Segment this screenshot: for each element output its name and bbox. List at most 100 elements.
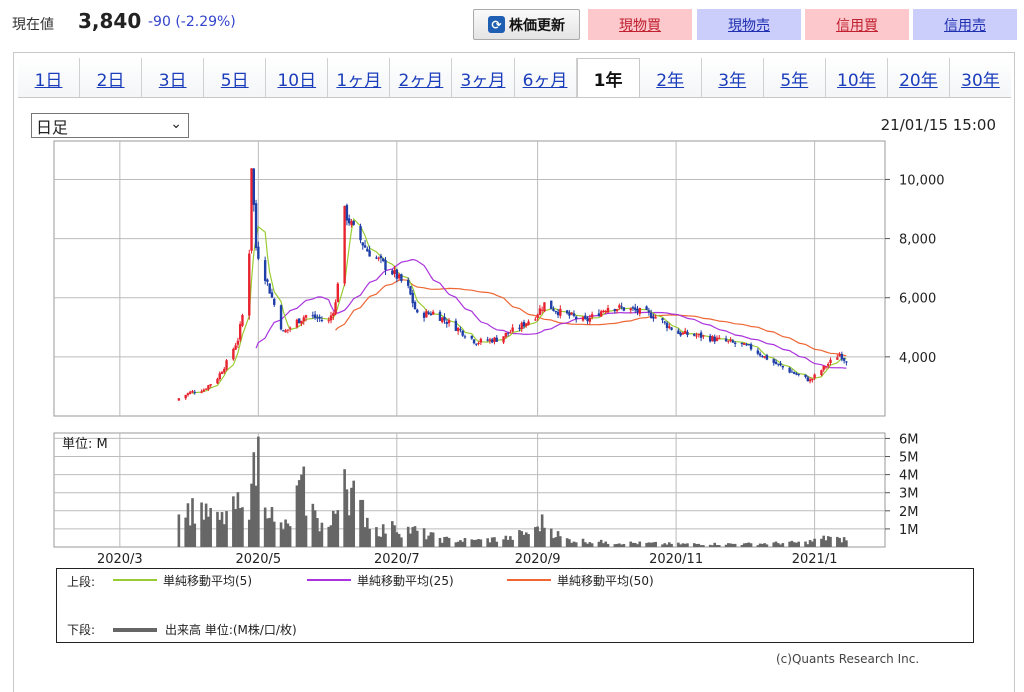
candle-body-87 [456,327,460,332]
volume-bar-205 [829,536,832,547]
volume-bar-184 [763,543,766,547]
volume-bar-139 [620,544,623,547]
volume-bar-142 [631,542,635,547]
legend-item-1: 単純移動平均(25) [357,574,454,588]
volume-bar-189 [779,544,782,547]
volume-bar-141 [629,541,633,547]
candle-body-11 [216,378,219,384]
volume-bar-71 [406,526,410,547]
candle-body-105 [511,327,514,332]
candle-body-155 [670,327,673,330]
volume-bar-19 [238,508,242,547]
candle-body-62 [377,257,380,259]
candle-body-174 [731,340,735,343]
volume-bar-41 [311,503,315,547]
candle-body-117 [552,308,555,311]
volume-bar-195 [797,541,801,547]
volume-bar-57 [361,499,365,547]
candle-body-106 [518,327,521,329]
volume-y-tick-label-1: 2M [899,505,919,520]
volume-bar-104 [509,536,512,547]
volume-bar-108 [522,534,526,547]
candle-body-37 [298,318,301,324]
volume-bar-97 [488,542,492,547]
candle-body-142 [631,307,635,309]
candle-body-51 [343,205,346,284]
volume-bar-156 [677,542,680,547]
volume-bar-192 [790,540,794,547]
candle-body-209 [842,358,846,361]
volume-bar-1 [184,517,187,547]
volume-bar-86 [454,542,458,547]
candle-body-153 [665,322,669,328]
candle-body-30 [273,298,276,305]
volume-bar-203 [824,540,828,547]
candle-body-16 [232,348,235,360]
volume-bar-21 [247,519,251,547]
volume-bar-101 [502,539,505,547]
candle-body-118 [554,311,557,313]
volume-bar-25 [257,436,260,547]
candle-body-68 [395,269,399,279]
candle-body-154 [668,326,671,328]
volume-bar-30 [272,521,276,547]
candle-body-113 [538,308,542,315]
volume-bar-52 [345,489,349,547]
volume-bar-207 [838,537,841,547]
candle-body-24 [254,203,258,248]
volume-bar-170 [717,545,721,547]
candle-body-50 [336,283,340,303]
candle-body-130 [590,314,594,318]
volume-bar-44 [318,531,321,547]
candle-body-175 [733,342,737,344]
volume-bar-150 [654,541,657,547]
volume-bar-18 [236,492,240,547]
candle-body-79 [429,313,433,316]
volume-bar-0 [177,514,181,547]
candle-body-116 [550,300,553,310]
volume-bar-114 [540,514,544,547]
volume-bar-51 [343,469,346,547]
candle-body-19 [238,324,242,340]
volume-bar-190 [781,543,785,547]
candle-body-181 [756,350,760,354]
candle-body-132 [599,311,603,317]
candle-body-81 [438,311,442,321]
candle-body-18 [236,340,240,345]
candle-body-38 [300,320,303,324]
candle-body-22 [250,168,253,251]
candle-body-89 [461,330,464,336]
candle-body-86 [454,320,458,331]
candle-body-63 [379,255,383,259]
volume-bar-148 [649,542,653,547]
candle-body-27 [266,279,269,282]
volume-bar-60 [368,528,371,547]
volume-bar-172 [727,543,730,547]
candle-body-167 [711,336,714,342]
volume-bar-63 [379,536,383,547]
candle-body-179 [747,344,750,346]
candle-body-121 [565,310,569,314]
volume-bar-122 [568,539,571,547]
volume-bar-147 [647,542,651,547]
volume-bar-179 [747,542,751,547]
candle-body-200 [813,374,816,379]
volume-bar-64 [381,524,385,547]
volume-bar-27 [266,518,269,547]
candle-body-134 [604,311,607,313]
candle-body-197 [806,377,810,382]
candle-body-156 [677,330,680,334]
candle-body-125 [575,316,578,320]
volume-bar-119 [556,531,560,547]
candle-body-202 [822,365,825,370]
volume-bar-110 [527,534,530,547]
candle-body-109 [525,323,528,327]
volume-bar-73 [411,527,415,547]
candle-body-99 [493,337,496,342]
candle-body-46 [327,320,330,322]
candle-body-64 [382,258,385,262]
volume-bar-74 [413,526,417,547]
volume-bar-75 [415,530,419,547]
volume-bar-127 [583,542,587,547]
candle-body-170 [718,337,721,339]
